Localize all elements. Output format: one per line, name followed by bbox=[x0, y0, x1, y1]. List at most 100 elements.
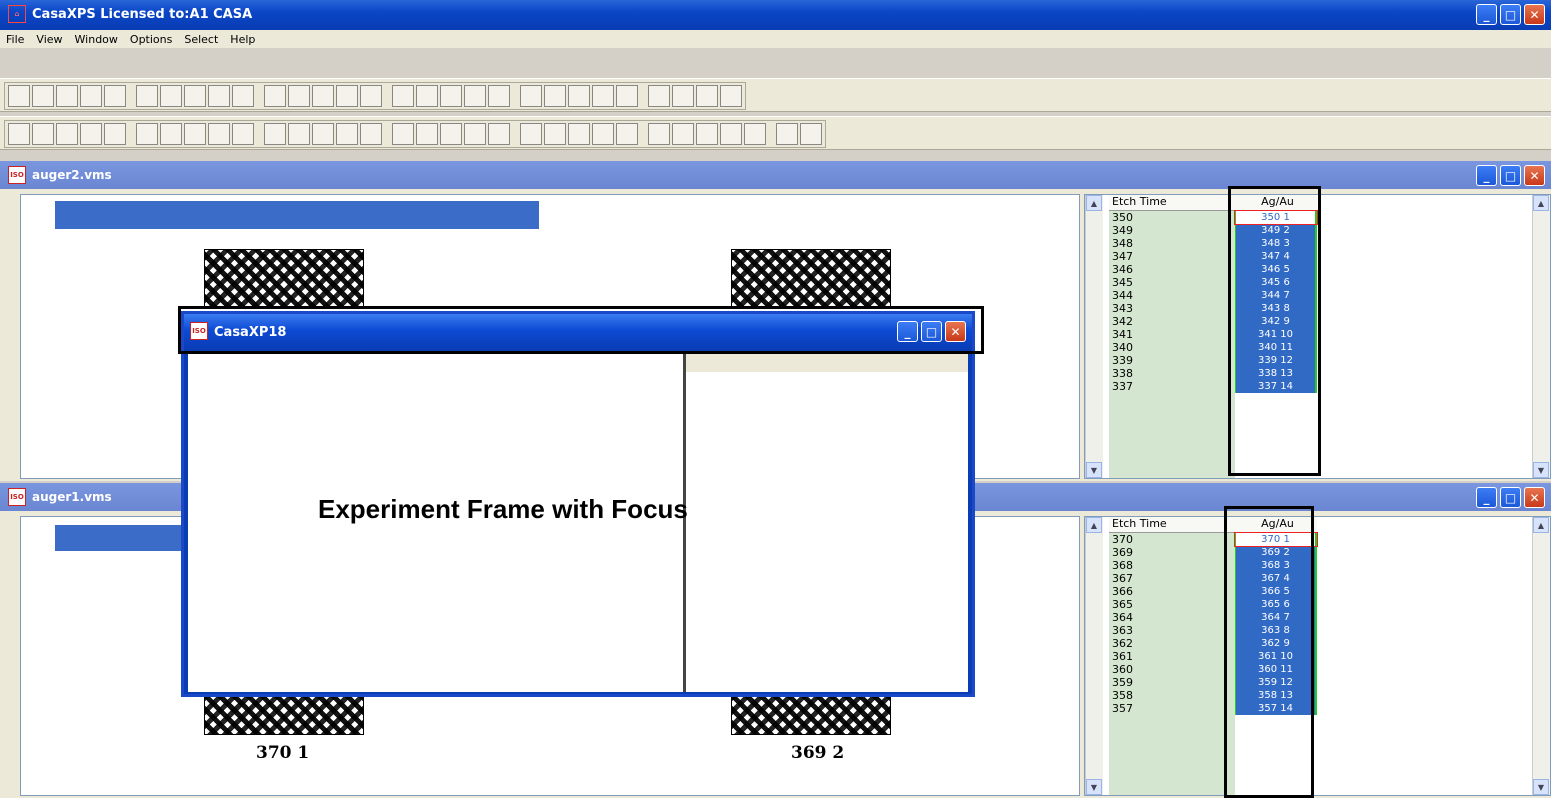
etch-time-cell[interactable]: 364 bbox=[1109, 611, 1235, 624]
toolbar-button[interactable] bbox=[416, 85, 438, 107]
toolbar-button[interactable] bbox=[104, 85, 126, 107]
maximize-button[interactable]: □ bbox=[1500, 487, 1521, 508]
toolbar-button[interactable] bbox=[520, 123, 542, 145]
toolbar-button[interactable] bbox=[184, 123, 206, 145]
menu-window[interactable]: Window bbox=[75, 33, 118, 46]
grid-right-scrollbar[interactable]: ▲ ▼ bbox=[1532, 517, 1550, 795]
scroll-up-icon[interactable]: ▲ bbox=[1533, 517, 1549, 533]
toolbar-button[interactable] bbox=[312, 123, 334, 145]
toolbar-button[interactable] bbox=[440, 123, 462, 145]
toolbar-button[interactable] bbox=[544, 85, 566, 107]
etch-time-cell[interactable]: 365 bbox=[1109, 598, 1235, 611]
etch-time-cell[interactable]: 359 bbox=[1109, 676, 1235, 689]
etch-time-cell[interactable]: 347 bbox=[1109, 250, 1235, 263]
etch-time-cell[interactable]: 345 bbox=[1109, 276, 1235, 289]
toolbar-button[interactable] bbox=[336, 85, 358, 107]
toolbar-button[interactable] bbox=[720, 85, 742, 107]
etch-time-cell[interactable]: 366 bbox=[1109, 585, 1235, 598]
scroll-down-icon[interactable]: ▼ bbox=[1533, 779, 1549, 795]
toolbar-button[interactable] bbox=[440, 85, 462, 107]
etch-time-cell[interactable]: 370 bbox=[1109, 533, 1235, 546]
etch-time-cell[interactable]: 348 bbox=[1109, 237, 1235, 250]
minimize-button[interactable]: _ bbox=[1476, 165, 1497, 186]
etch-time-cell[interactable]: 358 bbox=[1109, 689, 1235, 702]
etch-time-cell[interactable]: 337 bbox=[1109, 380, 1235, 393]
toolbar-button[interactable] bbox=[592, 123, 614, 145]
minimize-button[interactable]: _ bbox=[1476, 487, 1497, 508]
toolbar-button[interactable] bbox=[488, 123, 510, 145]
etch-time-cell[interactable]: 357 bbox=[1109, 702, 1235, 715]
scroll-up-icon[interactable]: ▲ bbox=[1533, 195, 1549, 211]
etch-time-cell[interactable]: 342 bbox=[1109, 315, 1235, 328]
toolbar-button[interactable] bbox=[616, 85, 638, 107]
toolbar-button[interactable] bbox=[392, 123, 414, 145]
toolbar-button[interactable] bbox=[648, 123, 670, 145]
toolbar-button[interactable] bbox=[648, 85, 670, 107]
menu-file[interactable]: File bbox=[6, 33, 24, 46]
toolbar-button[interactable] bbox=[744, 123, 766, 145]
minimize-button[interactable]: _ bbox=[1476, 4, 1497, 25]
toolbar-button[interactable] bbox=[232, 85, 254, 107]
toolbar-button[interactable] bbox=[232, 123, 254, 145]
toolbar-button[interactable] bbox=[80, 85, 102, 107]
etch-time-cell[interactable]: 344 bbox=[1109, 289, 1235, 302]
close-button[interactable]: ✕ bbox=[1524, 4, 1545, 25]
toolbar-button[interactable] bbox=[464, 123, 486, 145]
toolbar-button[interactable] bbox=[8, 85, 30, 107]
toolbar-button[interactable] bbox=[544, 123, 566, 145]
float-body[interactable]: Experiment Frame with Focus bbox=[188, 352, 968, 692]
scroll-down-icon[interactable]: ▼ bbox=[1533, 462, 1549, 478]
toolbar-button[interactable] bbox=[208, 85, 230, 107]
etch-time-cell[interactable]: 350 bbox=[1109, 211, 1235, 224]
etch-time-cell[interactable]: 339 bbox=[1109, 354, 1235, 367]
toolbar-button[interactable] bbox=[8, 123, 30, 145]
toolbar-button[interactable] bbox=[696, 123, 718, 145]
etch-time-cell[interactable]: 369 bbox=[1109, 546, 1235, 559]
toolbar-button[interactable] bbox=[104, 123, 126, 145]
toolbar-button[interactable] bbox=[160, 85, 182, 107]
toolbar-button[interactable] bbox=[568, 123, 590, 145]
maximize-button[interactable]: □ bbox=[1500, 165, 1521, 186]
toolbar-button[interactable] bbox=[776, 123, 798, 145]
toolbar-button[interactable] bbox=[184, 85, 206, 107]
scroll-up-icon[interactable]: ▲ bbox=[1086, 195, 1102, 211]
toolbar-button[interactable] bbox=[208, 123, 230, 145]
etch-time-cell[interactable]: 349 bbox=[1109, 224, 1235, 237]
etch-time-header[interactable]: Etch Time bbox=[1109, 517, 1235, 533]
toolbar-button[interactable] bbox=[672, 85, 694, 107]
toolbar-button[interactable] bbox=[56, 85, 78, 107]
etch-time-cell[interactable]: 362 bbox=[1109, 637, 1235, 650]
toolbar-button[interactable] bbox=[80, 123, 102, 145]
toolbar-button[interactable] bbox=[312, 85, 334, 107]
toolbar-button[interactable] bbox=[464, 85, 486, 107]
spectrum-thumbnail[interactable] bbox=[204, 695, 364, 735]
etch-time-header[interactable]: Etch Time bbox=[1109, 195, 1235, 211]
toolbar-button[interactable] bbox=[568, 85, 590, 107]
toolbar-button[interactable] bbox=[360, 85, 382, 107]
toolbar-button[interactable] bbox=[392, 85, 414, 107]
toolbar-button[interactable] bbox=[800, 123, 822, 145]
toolbar-button[interactable] bbox=[288, 85, 310, 107]
etch-time-cell[interactable]: 368 bbox=[1109, 559, 1235, 572]
etch-time-cell[interactable]: 340 bbox=[1109, 341, 1235, 354]
menu-select[interactable]: Select bbox=[184, 33, 218, 46]
toolbar-button[interactable] bbox=[416, 123, 438, 145]
toolbar-button[interactable] bbox=[56, 123, 78, 145]
etch-time-cell[interactable]: 343 bbox=[1109, 302, 1235, 315]
menu-help[interactable]: Help bbox=[230, 33, 255, 46]
toolbar-button[interactable] bbox=[592, 85, 614, 107]
toolbar-button[interactable] bbox=[488, 85, 510, 107]
toolbar-button[interactable] bbox=[720, 123, 742, 145]
etch-time-cell[interactable]: 367 bbox=[1109, 572, 1235, 585]
toolbar-button[interactable] bbox=[136, 123, 158, 145]
etch-time-cell[interactable]: 361 bbox=[1109, 650, 1235, 663]
etch-time-cell[interactable]: 360 bbox=[1109, 663, 1235, 676]
toolbar-button[interactable] bbox=[32, 85, 54, 107]
toolbar-button[interactable] bbox=[616, 123, 638, 145]
toolbar-button[interactable] bbox=[264, 85, 286, 107]
toolbar-button[interactable] bbox=[336, 123, 358, 145]
etch-time-cell[interactable]: 363 bbox=[1109, 624, 1235, 637]
toolbar-button[interactable] bbox=[696, 85, 718, 107]
menu-view[interactable]: View bbox=[36, 33, 62, 46]
spectrum-thumbnail[interactable] bbox=[204, 249, 364, 309]
